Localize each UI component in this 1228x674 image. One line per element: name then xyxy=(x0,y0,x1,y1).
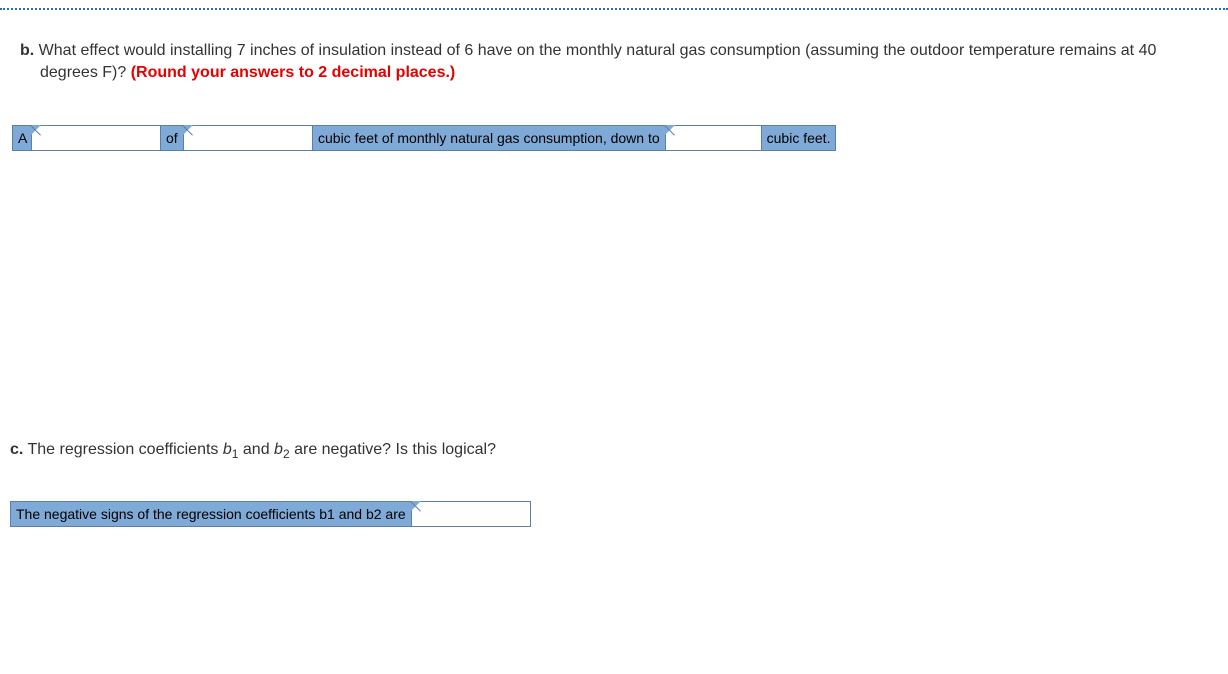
input-effect-direction[interactable] xyxy=(32,126,160,150)
qc-pre: The regression coefficients xyxy=(28,441,223,458)
question-c-label: c. xyxy=(10,441,23,458)
question-b-text: b. What effect would installing 7 inches… xyxy=(30,40,1218,85)
input-3-wrapper xyxy=(665,125,762,151)
input-c-wrapper xyxy=(411,501,531,527)
question-c-block: c. The regression coefficients b1 and b2… xyxy=(0,441,1228,527)
qc-post: are negative? Is this logical? xyxy=(290,441,496,458)
qc-b2: b xyxy=(274,441,283,458)
qc-sub2: 2 xyxy=(283,447,290,461)
cell-of: of xyxy=(160,125,184,151)
rounding-instruction: (Round your answers to 2 decimal places.… xyxy=(131,64,456,81)
input-2-wrapper xyxy=(183,125,313,151)
cell-text1: cubic feet of monthly natural gas consum… xyxy=(312,125,666,151)
input-amount[interactable] xyxy=(184,126,312,150)
qc-and: and xyxy=(238,441,274,458)
qc-b1: b xyxy=(223,441,232,458)
question-c-text: c. The regression coefficients b1 and b2… xyxy=(10,441,1228,461)
input-logical[interactable] xyxy=(412,502,530,526)
input-down-to[interactable] xyxy=(666,126,761,150)
cell-c-text: The negative signs of the regression coe… xyxy=(10,501,412,527)
question-b-block: b. What effect would installing 7 inches… xyxy=(0,10,1228,161)
answer-b-row: A of cubic feet of monthly natural gas c… xyxy=(12,125,1218,151)
cell-a: A xyxy=(12,125,32,151)
question-b-label: b. xyxy=(20,42,34,59)
cell-text2: cubic feet. xyxy=(761,125,837,151)
answer-c-row: The negative signs of the regression coe… xyxy=(10,501,1228,527)
input-1-wrapper xyxy=(31,125,161,151)
